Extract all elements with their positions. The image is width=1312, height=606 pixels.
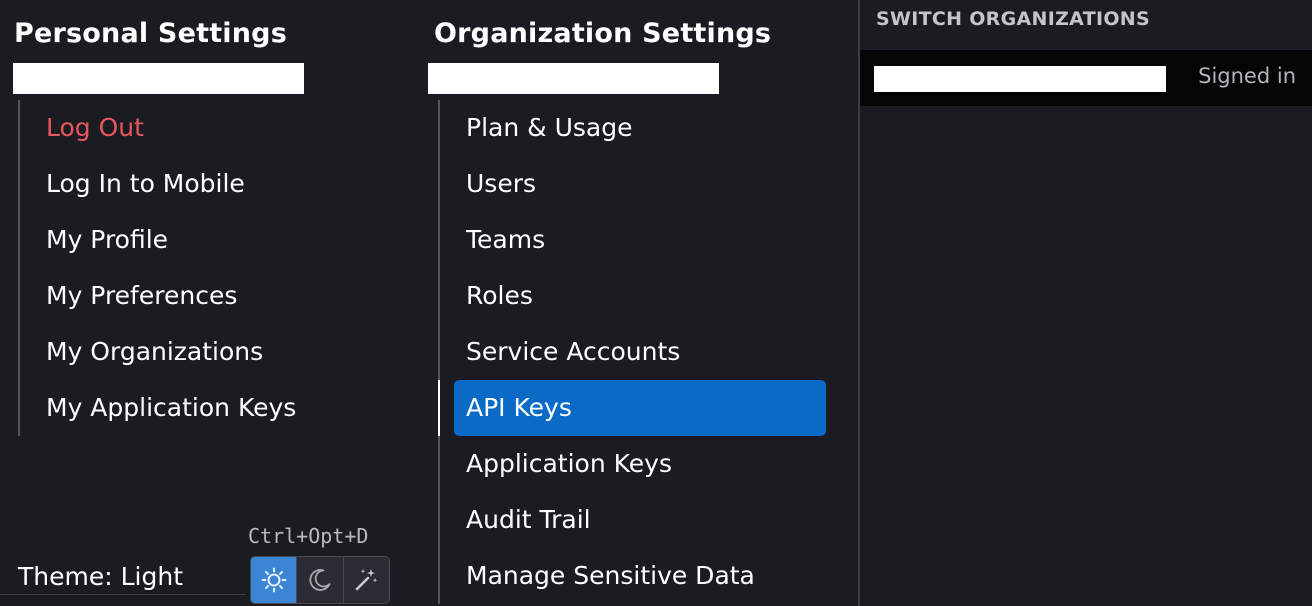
divider bbox=[0, 594, 246, 595]
theme-label: Theme: Light bbox=[18, 562, 183, 591]
switch-organizations-title: SWITCH ORGANIZATIONS bbox=[876, 8, 1150, 30]
my-application-keys-link[interactable]: My Application Keys bbox=[20, 380, 386, 436]
teams-link[interactable]: Teams bbox=[440, 212, 826, 268]
settings-menu: Personal Settings Log Out Log In to Mobi… bbox=[0, 0, 1312, 606]
signed-in-status: Signed in bbox=[1198, 64, 1296, 88]
sun-icon bbox=[261, 567, 287, 593]
organization-settings-menu: Plan & Usage Users Teams Roles Service A… bbox=[438, 100, 826, 604]
redacted-organization-name bbox=[874, 66, 1166, 92]
roles-link[interactable]: Roles bbox=[440, 268, 826, 324]
redacted-user-name bbox=[13, 63, 304, 94]
log-in-to-mobile-link[interactable]: Log In to Mobile bbox=[20, 156, 386, 212]
redacted-organization-name bbox=[428, 63, 719, 94]
personal-settings-column: Personal Settings Log Out Log In to Mobi… bbox=[0, 0, 420, 606]
personal-settings-menu: Log Out Log In to Mobile My Profile My P… bbox=[18, 100, 386, 436]
switch-organizations-panel: SWITCH ORGANIZATIONS Signed in bbox=[858, 0, 1312, 606]
organization-row[interactable]: Signed in bbox=[860, 50, 1312, 106]
organization-settings-column: Organization Settings Plan & Usage Users… bbox=[420, 0, 858, 606]
service-accounts-link[interactable]: Service Accounts bbox=[440, 324, 826, 380]
plan-and-usage-link[interactable]: Plan & Usage bbox=[440, 100, 826, 156]
personal-settings-title: Personal Settings bbox=[14, 18, 287, 49]
my-profile-link[interactable]: My Profile bbox=[20, 212, 386, 268]
auto-theme-button[interactable] bbox=[344, 557, 389, 603]
moon-icon bbox=[309, 569, 331, 591]
theme-toggle-group bbox=[250, 556, 390, 604]
theme-shortcut-hint: Ctrl+Opt+D bbox=[248, 524, 369, 548]
dark-theme-button[interactable] bbox=[297, 557, 344, 603]
magic-wand-icon bbox=[356, 569, 378, 591]
manage-sensitive-data-link[interactable]: Manage Sensitive Data bbox=[440, 548, 826, 604]
organization-settings-title: Organization Settings bbox=[434, 18, 772, 49]
users-link[interactable]: Users bbox=[440, 156, 826, 212]
my-organizations-link[interactable]: My Organizations bbox=[20, 324, 386, 380]
audit-trail-link[interactable]: Audit Trail bbox=[440, 492, 826, 548]
log-out-link[interactable]: Log Out bbox=[20, 100, 386, 156]
application-keys-link[interactable]: Application Keys bbox=[440, 436, 826, 492]
light-theme-button[interactable] bbox=[251, 557, 298, 603]
api-keys-link[interactable]: API Keys bbox=[438, 380, 826, 436]
my-preferences-link[interactable]: My Preferences bbox=[20, 268, 386, 324]
active-indicator bbox=[438, 380, 440, 436]
